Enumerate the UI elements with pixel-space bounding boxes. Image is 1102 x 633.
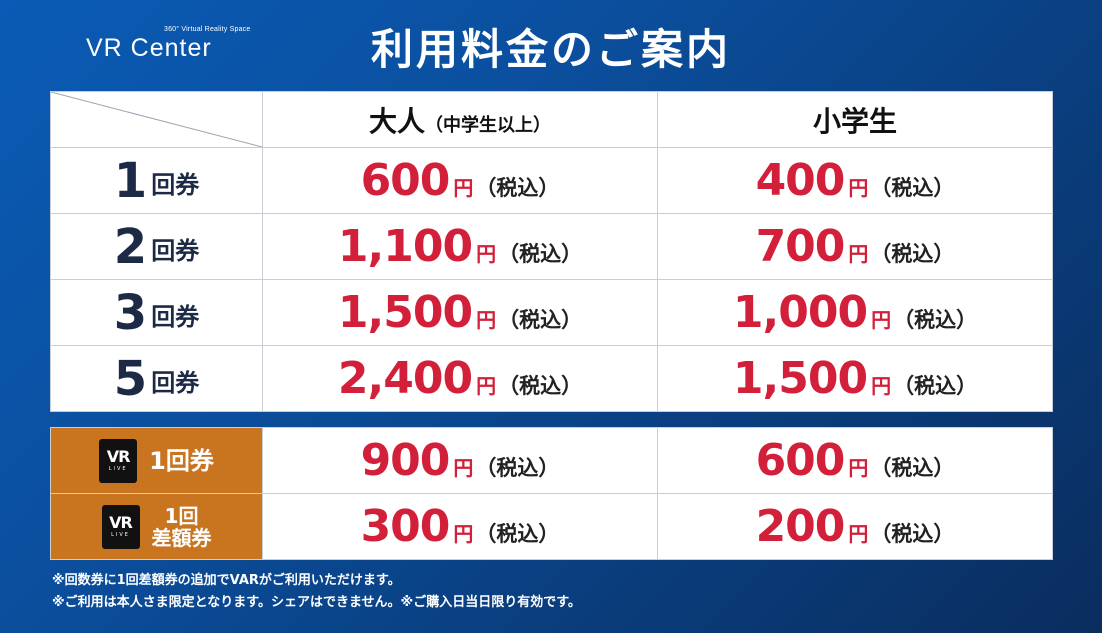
- yen-label: 円: [848, 456, 869, 480]
- tax-label: （税込）: [870, 176, 955, 200]
- vr-center-logo: 360° Virtual Reality Space VR Center: [86, 26, 250, 66]
- vr-live-icon: VR LIVE: [99, 438, 138, 483]
- header-adult-label: 大人: [368, 104, 425, 138]
- row-number: 1: [113, 152, 148, 209]
- yen-label: 円: [453, 176, 474, 200]
- vr-badge-small: LIVE: [108, 466, 128, 472]
- row-unit: 回券: [151, 368, 200, 397]
- note-line: ※ご利用は本人さま限定となります。シェアはできません。※ご購入日当日限り有効です…: [52, 595, 581, 610]
- notes: ※回数券に1回差額券の追加でVARがご利用いただけます。 ※ご利用は本人さま限定…: [52, 570, 1052, 614]
- child-price: 1,000 円（税込）: [657, 279, 1053, 346]
- vr-label-line2: 差額券: [151, 525, 212, 550]
- vr-row-label: VR LIVE 1回 差額券: [50, 493, 263, 560]
- row-label: 2 回券: [50, 213, 263, 280]
- tax-label: （税込）: [870, 522, 955, 546]
- logo-tagline: 360° Virtual Reality Space: [164, 26, 251, 33]
- price-amount: 1,500: [732, 353, 868, 404]
- yen-label: 円: [476, 374, 497, 398]
- adult-price: 600 円（税込）: [262, 147, 658, 214]
- row-number: 2: [113, 218, 148, 275]
- adult-price: 2,400 円（税込）: [262, 345, 658, 412]
- table-row: VR LIVE 1回 差額券 300 円（税込） 200 円（税込）: [50, 493, 1053, 560]
- adult-price: 1,100 円（税込）: [262, 213, 658, 280]
- header-child-label: 小学生: [812, 104, 897, 138]
- tax-label: （税込）: [475, 176, 560, 200]
- vr-label-text: 1回 差額券: [152, 505, 212, 549]
- tax-label: （税込）: [498, 242, 583, 266]
- price-amount: 300: [360, 501, 451, 552]
- row-unit: 回券: [151, 170, 200, 199]
- yen-label: 円: [871, 308, 892, 332]
- tax-label: （税込）: [475, 522, 560, 546]
- yen-label: 円: [848, 176, 869, 200]
- child-price: 200 円（税込）: [657, 493, 1053, 560]
- row-label: 1 回券: [50, 147, 263, 214]
- table-row: 5 回券 2,400 円（税込） 1,500 円（税込）: [50, 345, 1053, 412]
- yen-label: 円: [848, 242, 869, 266]
- row-number: 5: [113, 350, 148, 407]
- child-price: 400 円（税込）: [657, 147, 1053, 214]
- table-row: 3 回券 1,500 円（税込） 1,000 円（税込）: [50, 279, 1053, 346]
- vr-badge-small: LIVE: [111, 532, 130, 538]
- price-amount: 200: [755, 501, 846, 552]
- table-row: VR LIVE 1回券 900 円（税込） 600 円（税込）: [50, 427, 1053, 494]
- vr-label-text: 1回券: [149, 448, 214, 474]
- vr-row-label: VR LIVE 1回券: [50, 427, 263, 494]
- row-label: 3 回券: [50, 279, 263, 346]
- yen-label: 円: [476, 242, 497, 266]
- row-unit: 回券: [151, 302, 200, 331]
- price-amount: 600: [360, 155, 451, 206]
- yen-label: 円: [476, 308, 497, 332]
- yen-label: 円: [848, 522, 869, 546]
- table-header-row: 大人（中学生以上） 小学生: [50, 91, 1053, 148]
- yen-label: 円: [453, 456, 474, 480]
- price-amount: 700: [755, 221, 846, 272]
- vr-live-icon: VR LIVE: [101, 504, 140, 549]
- price-amount: 2,400: [337, 353, 473, 404]
- tax-label: （税込）: [893, 374, 978, 398]
- corner-cell: [50, 91, 263, 148]
- table-row: 2 回券 1,100 円（税込） 700 円（税込）: [50, 213, 1053, 280]
- tax-label: （税込）: [870, 242, 955, 266]
- adult-price: 300 円（税込）: [262, 493, 658, 560]
- note-line: ※回数券に1回差額券の追加でVARがご利用いただけます。: [52, 573, 401, 588]
- page-title: 利用料金のご案内: [370, 25, 731, 74]
- vr-label-line1: 1回券: [149, 446, 214, 475]
- header-child: 小学生: [657, 91, 1053, 148]
- tax-label: （税込）: [498, 374, 583, 398]
- yen-label: 円: [871, 374, 892, 398]
- vr-live-table: VR LIVE 1回券 900円（税込） 600円（税込） VR LIVE: [50, 427, 1053, 560]
- row-label: 5 回券: [50, 345, 263, 412]
- row-number: 3: [113, 284, 148, 341]
- vr-label-line1: 1回: [164, 503, 199, 528]
- price-amount: 1,100: [337, 221, 473, 272]
- tax-label: （税込）: [893, 308, 978, 332]
- child-price: 700 円（税込）: [657, 213, 1053, 280]
- row-unit: 回券: [151, 236, 200, 265]
- tax-label: （税込）: [870, 456, 955, 480]
- price-amount: 900: [360, 435, 451, 486]
- table-row: 1 回券 600 円（税込） 400 円（税込）: [50, 147, 1053, 214]
- diagonal-line: [51, 92, 262, 147]
- price-amount: 1,500: [337, 287, 473, 338]
- price-table: 大人（中学生以上） 小学生 1 回券 600 円（税込） 400 円（税込） 2 回券 …: [50, 91, 1053, 412]
- child-price: 600 円（税込）: [657, 427, 1053, 494]
- header-adult-sub: （中学生以上）: [425, 114, 551, 136]
- yen-label: 円: [453, 522, 474, 546]
- price-amount: 1,000: [732, 287, 868, 338]
- vr-badge-main: VR: [109, 513, 133, 532]
- price-amount: 600: [755, 435, 846, 486]
- adult-price: 1,500 円（税込）: [262, 279, 658, 346]
- tax-label: （税込）: [475, 456, 560, 480]
- logo-text: VR Center: [86, 34, 212, 62]
- header-adult: 大人（中学生以上）: [262, 91, 658, 148]
- price-amount: 400: [755, 155, 846, 206]
- child-price: 1,500 円（税込）: [657, 345, 1053, 412]
- tax-label: （税込）: [498, 308, 583, 332]
- adult-price: 900 円（税込）: [262, 427, 658, 494]
- vr-badge-main: VR: [106, 447, 131, 466]
